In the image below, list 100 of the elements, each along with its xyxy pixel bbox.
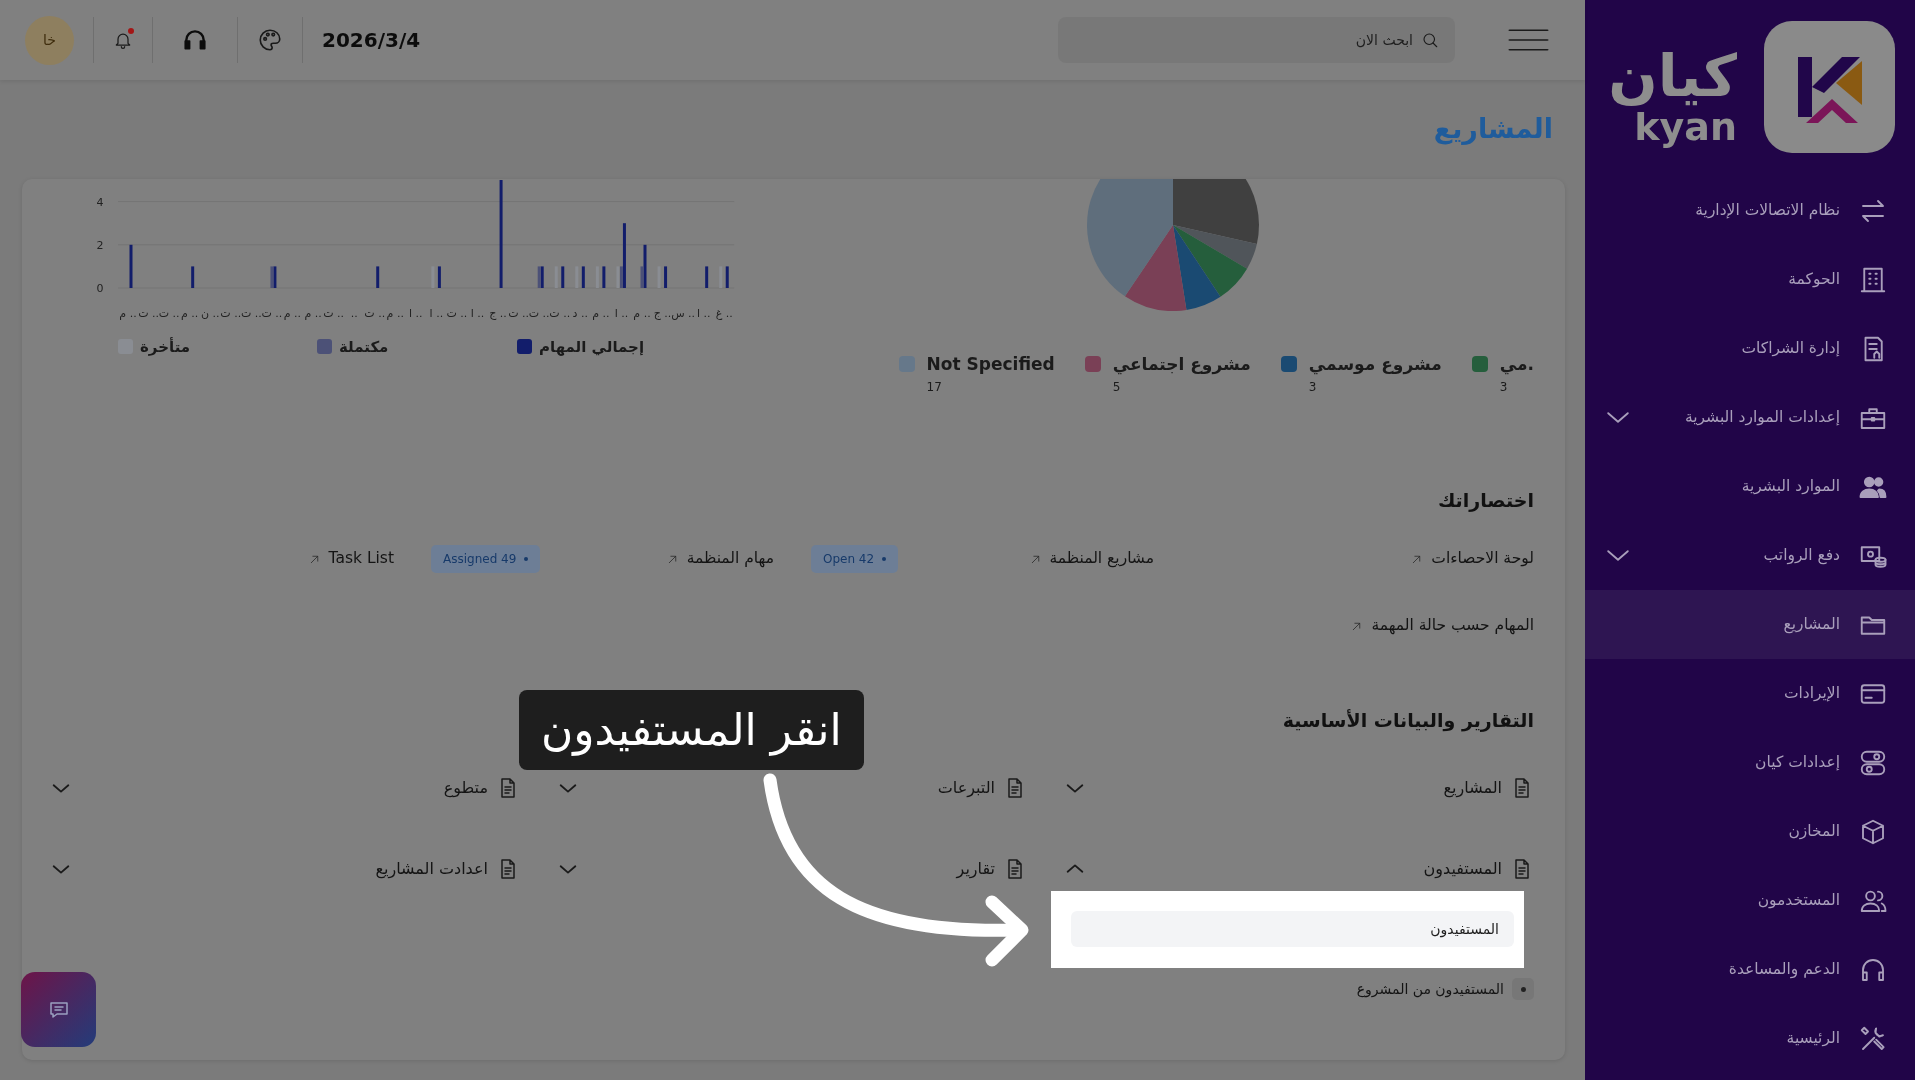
dot-icon <box>524 557 529 561</box>
axis-label: ج .. <box>489 307 507 320</box>
axis-label: 4 <box>96 195 104 209</box>
tutorial-tooltip: انقر المستفيدون <box>519 690 864 770</box>
legend-swatch <box>317 339 332 354</box>
sidebar-item[interactable]: الموارد البشرية <box>1585 452 1915 521</box>
sidebar-item[interactable]: إعدادات الموارد البشرية <box>1585 383 1915 452</box>
legend-label: مكتملة <box>339 338 389 356</box>
shortcut-link[interactable]: المهام حسب حالة المهمة <box>1350 614 1534 638</box>
axis-label: م .. <box>119 307 137 320</box>
axis-label: م .. <box>181 307 199 320</box>
theme-button[interactable] <box>257 27 283 53</box>
axis-label: ت .. <box>508 307 530 320</box>
page-title: المشاريع <box>1433 113 1553 146</box>
axis-label: ت .. <box>364 307 386 320</box>
chart-bar <box>664 266 668 288</box>
axis-label: ج .. <box>653 307 672 320</box>
axis-label: ا .. <box>614 307 629 320</box>
legend-label: مي. <box>1499 353 1534 377</box>
search-icon <box>1421 31 1439 49</box>
chart-bar <box>376 266 380 288</box>
axis-label: ت .. <box>323 307 345 320</box>
sidebar-item[interactable]: دفع الرواتب <box>1585 521 1915 590</box>
chart-bar <box>705 266 709 288</box>
sidebar-item[interactable]: الرئيسية <box>1585 1004 1915 1073</box>
shortcut-link[interactable]: مشاريع المنظمة <box>1028 547 1154 571</box>
axis-label: ت .. <box>220 307 242 320</box>
date-text: 2026/3/4 <box>322 27 421 54</box>
report-subitem[interactable]: المستفيدون من المشروع <box>1356 978 1504 1000</box>
chat-button[interactable] <box>21 972 96 1047</box>
user-avatar[interactable]: خا <box>25 15 74 65</box>
logo-text: كيان <box>1608 43 1737 109</box>
axis-label: م .. <box>592 307 610 320</box>
search-field[interactable]: ابحث الان <box>1058 17 1455 63</box>
legend-count: 5 <box>1112 379 1122 395</box>
axis-label: س .. <box>671 307 696 320</box>
shortcut-link[interactable]: Task List <box>307 547 394 571</box>
tag-label: Assigned 49 <box>443 551 517 568</box>
axis-label: م .. <box>386 307 404 320</box>
axis-label: د .. <box>572 307 588 320</box>
legend-swatch <box>517 339 532 354</box>
axis-label: غ .. <box>715 307 733 320</box>
menu-button[interactable] <box>1508 27 1549 53</box>
sidebar-item[interactable]: الإيرادات <box>1585 659 1915 728</box>
axis-label: م .. <box>633 307 651 320</box>
report-subitem[interactable]: المستفيدون <box>1071 911 1514 947</box>
chart-bar <box>191 266 195 288</box>
chart-bar <box>437 266 441 288</box>
axis-label: ا .. <box>470 307 485 320</box>
axis-label: ت .. <box>240 307 262 320</box>
axis-label: .. <box>350 307 358 320</box>
sidebar-item[interactable]: نظام الاتصالات الإدارية <box>1585 176 1915 245</box>
report-toggle[interactable]: المشاريع <box>1064 776 1534 800</box>
legend-label: إجمالي المهام <box>539 338 645 356</box>
sidebar-item[interactable]: الحوكمة <box>1585 245 1915 314</box>
report-toggle[interactable]: اعدادت المشاريع <box>50 857 520 881</box>
sidebar-item[interactable]: المشاريع <box>1585 590 1915 659</box>
report-toggle[interactable]: تقارير <box>557 857 1027 881</box>
dot-icon <box>882 557 887 561</box>
section-title: اختصاراتك <box>1436 488 1534 514</box>
axis-label: ت .. <box>446 307 468 320</box>
legend-count: 3 <box>1499 379 1509 395</box>
chart-bar <box>725 266 729 288</box>
menu-icon <box>1508 27 1549 53</box>
chart-bar <box>602 266 606 288</box>
legend-label: متأخرة <box>140 338 191 356</box>
legend-count: 3 <box>1308 379 1318 395</box>
logo-icon <box>1764 21 1895 153</box>
sidebar-item[interactable]: الدعم والمساعدة <box>1585 935 1915 1004</box>
axis-label: ا .. <box>409 307 423 320</box>
legend-label: Not Specified <box>926 353 1055 376</box>
sidebar-item[interactable]: المستخدمون <box>1585 866 1915 935</box>
sidebar-item[interactable]: المخازن <box>1585 797 1915 866</box>
axis-label: ت .. <box>138 307 159 320</box>
axis-label: 0 <box>96 282 104 295</box>
report-toggle[interactable]: المستفيدون <box>1064 857 1534 881</box>
axis-label: ن .. <box>200 307 220 320</box>
axis-label: م .. <box>283 307 302 320</box>
legend-label: مشروع موسمي <box>1308 353 1442 377</box>
axis-label: 2 <box>96 238 104 252</box>
axis-label: ا .. <box>696 307 711 320</box>
report-toggle[interactable]: التبرعات <box>557 776 1027 800</box>
axis-label: ت .. <box>261 307 283 320</box>
chart-bar <box>561 266 565 288</box>
shortcut-link[interactable]: مهام المنظمة <box>665 547 774 571</box>
report-toggle[interactable]: متطوع <box>50 776 520 800</box>
axis-label: م .. <box>304 307 322 320</box>
tag-label: Open 42 <box>823 551 875 568</box>
axis-label: ت .. <box>528 307 550 320</box>
legend-label: مشروع اجتماعي <box>1112 353 1251 377</box>
sidebar-item[interactable]: إدارة الشراكات <box>1585 314 1915 383</box>
bullet-icon <box>1512 978 1534 1000</box>
axis-label: ت .. <box>549 307 571 320</box>
axis-label: ت .. <box>158 307 180 320</box>
sidebar-item[interactable]: إعدادات كيان <box>1585 728 1915 797</box>
chart-bar <box>129 244 133 288</box>
shortcut-link[interactable]: لوحة الاحصاءات <box>1410 547 1534 571</box>
notifications-button[interactable] <box>113 29 133 51</box>
palette-icon <box>257 27 283 53</box>
legend-count: 17 <box>926 379 943 395</box>
